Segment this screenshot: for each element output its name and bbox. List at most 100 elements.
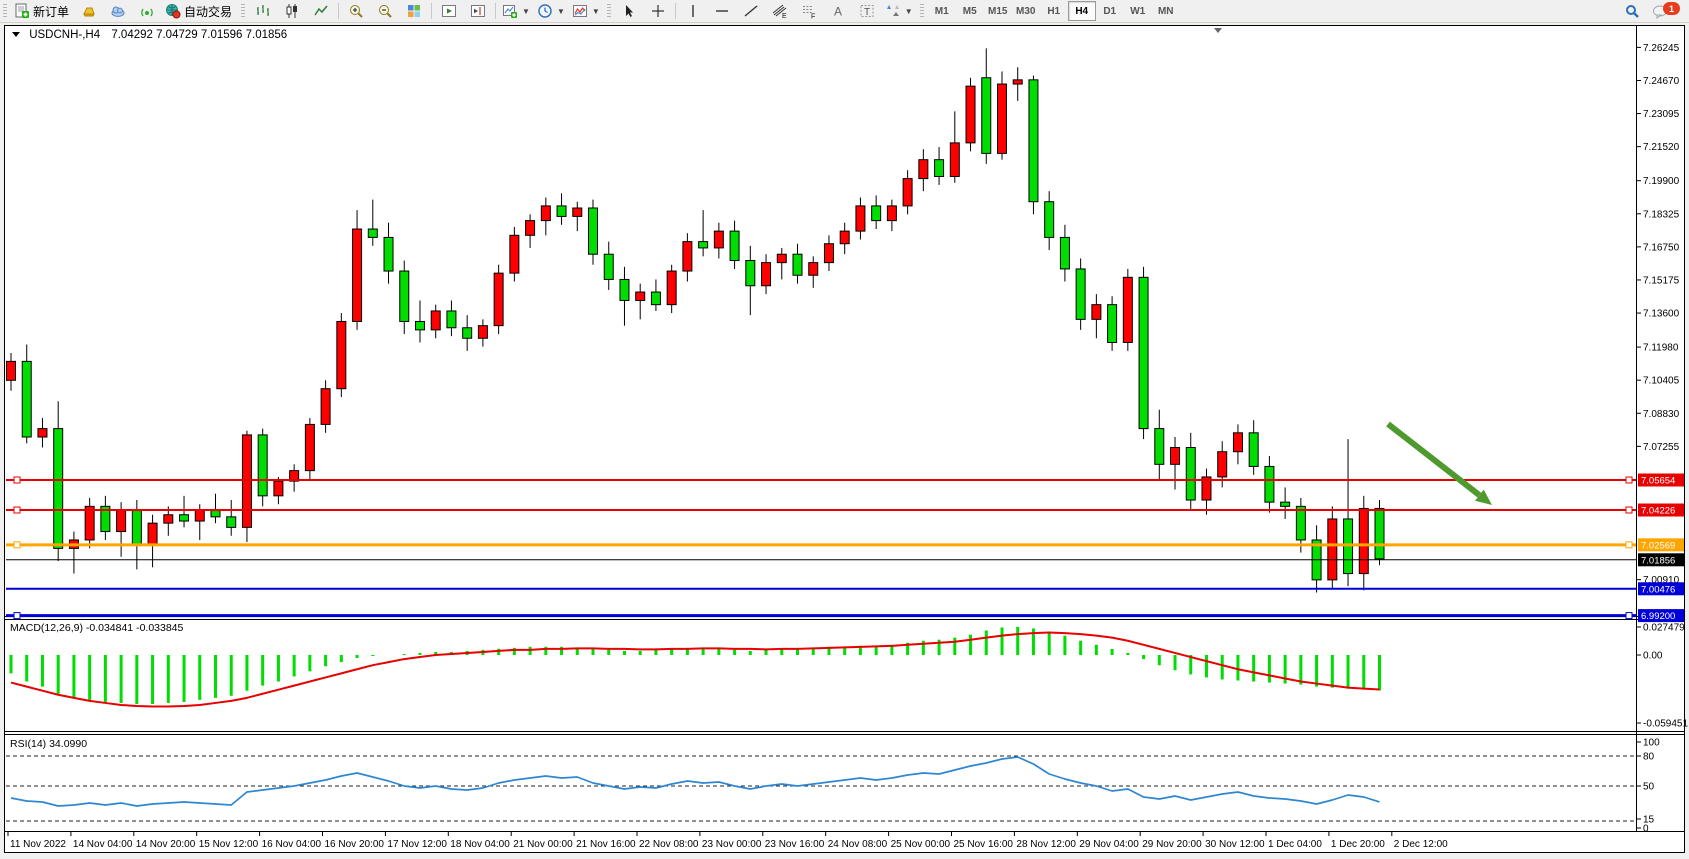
candle-body: [1249, 433, 1258, 467]
candle-body: [824, 244, 833, 263]
x-axis-label: 11 Nov 2022: [10, 839, 66, 850]
candle-body: [1076, 269, 1085, 319]
zoom-out-button[interactable]: [371, 0, 399, 22]
macd-indicator-label: MACD(12,26,9) -0.034841 -0.033845: [10, 622, 183, 634]
candle-body: [132, 511, 141, 545]
label-tool-button[interactable]: T: [853, 0, 881, 22]
line-anchor-handle[interactable]: [1626, 613, 1632, 619]
timeframe-button-h4[interactable]: H4: [1068, 1, 1096, 21]
price-level-badge-label: 7.00476: [1641, 584, 1675, 595]
candle-body: [699, 242, 708, 248]
x-axis-label: 21 Nov 00:00: [513, 839, 573, 850]
y-axis-label: 7.15175: [1643, 275, 1680, 286]
clock-icon: [537, 3, 553, 19]
chart-canvas[interactable]: 7.262457.246707.230957.215207.199007.183…: [0, 23, 1689, 859]
line-anchor-handle[interactable]: [1626, 477, 1632, 483]
timeframe-button-m1[interactable]: M1: [928, 1, 956, 21]
x-axis-label: 25 Nov 00:00: [891, 839, 951, 850]
chart-shift-button[interactable]: [464, 0, 492, 22]
candle-body: [573, 208, 582, 216]
toolbar-grip[interactable]: [241, 4, 245, 19]
y-axis-label: 7.07255: [1643, 442, 1680, 453]
toolbar-grip[interactable]: [920, 4, 924, 19]
community-button[interactable]: [104, 0, 132, 22]
zoom-in-button[interactable]: [342, 0, 370, 22]
autotrading-label: 自动交易: [184, 3, 234, 20]
candle-body: [589, 208, 598, 254]
text-tool-button[interactable]: A: [824, 0, 852, 22]
candle-body: [997, 84, 1006, 153]
candle-body: [337, 321, 346, 388]
candle-body: [1108, 305, 1117, 343]
timeframe-button-m30[interactable]: M30: [1012, 1, 1040, 21]
tile-windows-button[interactable]: [400, 0, 428, 22]
candle-body: [274, 481, 283, 496]
bar-chart-button[interactable]: [249, 0, 277, 22]
candle-body: [242, 435, 251, 527]
gold-button[interactable]: [75, 0, 103, 22]
line-anchor-handle[interactable]: [1626, 542, 1632, 548]
signals-button[interactable]: [133, 0, 161, 22]
candle-body: [1218, 452, 1227, 477]
candle-body: [368, 229, 377, 237]
autotrading-button[interactable]: 自动交易: [162, 0, 237, 22]
horizontal-line-icon: [714, 3, 730, 19]
toolbar-grip[interactable]: [607, 4, 611, 19]
timeframe-button-mn[interactable]: MN: [1152, 1, 1180, 21]
chevron-down-icon: ▼: [592, 7, 600, 16]
shapes-tool-button[interactable]: ▼: [882, 0, 916, 22]
y-axis-label: 7.19900: [1643, 176, 1680, 187]
line-anchor-handle[interactable]: [14, 507, 20, 513]
chart-header[interactable]: USDCNH-,H4 7.04292 7.04729 7.01596 7.018…: [12, 29, 287, 41]
price-level-badge-label: 7.05654: [1641, 476, 1675, 487]
candle-body: [321, 389, 330, 425]
candle-body: [746, 261, 755, 286]
candle-body: [1139, 277, 1148, 428]
search-button[interactable]: [1618, 0, 1646, 22]
equidistant-channel-tool-button[interactable]: E: [766, 0, 794, 22]
candle-body: [1029, 80, 1038, 202]
y-axis-label: 7.11980: [1643, 343, 1679, 354]
trendline-tool-button[interactable]: [737, 0, 765, 22]
candle-body: [400, 271, 409, 321]
new-order-button[interactable]: 新订单: [11, 0, 74, 22]
indicators-button[interactable]: ▼: [569, 0, 603, 22]
candle-body: [730, 231, 739, 260]
gold-bar-icon: [81, 3, 97, 19]
line-anchor-handle[interactable]: [14, 477, 20, 483]
new-chart-button[interactable]: ▼: [499, 0, 533, 22]
symbol-title: USDCNH-,H4: [29, 29, 100, 41]
candlestick-chart-button[interactable]: [278, 0, 306, 22]
timeframe-button-h1[interactable]: H1: [1040, 1, 1068, 21]
candle-body: [227, 517, 236, 528]
line-chart-button[interactable]: [307, 0, 335, 22]
chevron-down-icon: ▼: [905, 7, 913, 16]
vertical-line-icon: [685, 3, 701, 19]
zoom-out-icon: [377, 3, 393, 19]
cursor-tool-button[interactable]: [615, 0, 643, 22]
timeframe-button-d1[interactable]: D1: [1096, 1, 1124, 21]
chevron-down-icon: ▼: [557, 7, 565, 16]
y-axis-label: 7.10405: [1643, 376, 1680, 387]
auto-scroll-button[interactable]: [435, 0, 463, 22]
y-axis-label: 7.16750: [1643, 242, 1680, 253]
timeframe-button-m5[interactable]: M5: [956, 1, 984, 21]
candle-body: [872, 206, 881, 221]
notifications-button[interactable]: 1: [1647, 0, 1675, 22]
line-anchor-handle[interactable]: [14, 613, 20, 619]
vertical-line-tool-button[interactable]: [679, 0, 707, 22]
fibonacci-tool-button[interactable]: F: [795, 0, 823, 22]
rsi-axis-label: 100: [1643, 738, 1660, 749]
periods-button[interactable]: ▼: [534, 0, 568, 22]
timeframe-button-w1[interactable]: W1: [1124, 1, 1152, 21]
line-anchor-handle[interactable]: [1626, 507, 1632, 513]
horizontal-line-tool-button[interactable]: [708, 0, 736, 22]
line-anchor-handle[interactable]: [14, 542, 20, 548]
rsi-axis-label: 0: [1643, 824, 1649, 835]
timeframe-button-m15[interactable]: M15: [984, 1, 1012, 21]
crosshair-tool-button[interactable]: [644, 0, 672, 22]
candle-body: [840, 231, 849, 244]
toolbar-grip[interactable]: [3, 4, 7, 19]
candle-body: [1265, 466, 1274, 502]
y-axis-label: 7.24670: [1643, 76, 1680, 87]
